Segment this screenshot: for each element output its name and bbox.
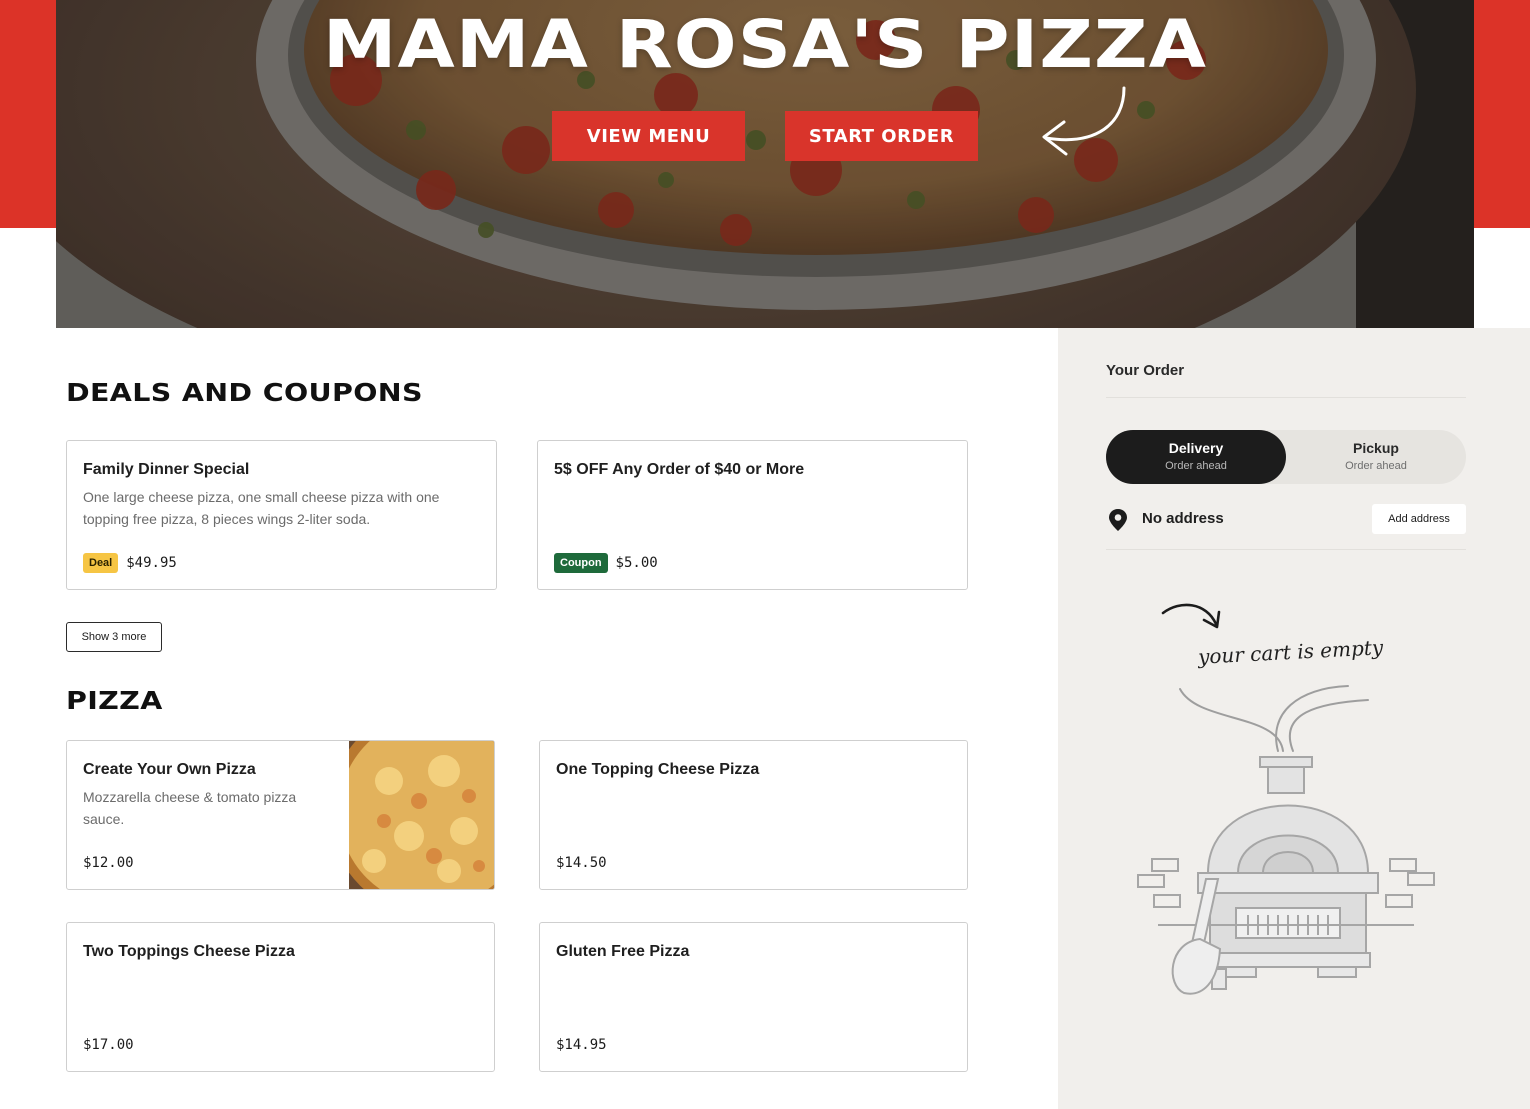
pickup-label: Pickup [1353,440,1399,456]
deal-badge: Deal [83,553,119,573]
pickup-option[interactable]: Pickup Order ahead [1286,430,1466,484]
deals-heading: DEALS AND COUPONS [66,378,423,407]
coupon-price-row: Coupon $5.00 [554,553,658,573]
menu-item-title: Create Your Own Pizza [83,761,256,778]
coupon-title: 5$ OFF Any Order of $40 or More [554,461,805,478]
menu-item-description: Mozzarella cheese & tomato pizza sauce. [83,789,297,827]
delivery-sublabel: Order ahead [1165,460,1227,472]
menu-item-card[interactable]: Two Toppings Cheese Pizza $17.00 [66,922,495,1072]
deal-price: $49.95 [126,555,177,571]
coupon-card[interactable]: 5$ OFF Any Order of $40 or More Coupon $… [537,440,968,590]
menu-item-title: One Topping Cheese Pizza [556,761,760,778]
order-sidebar: Your Order Delivery Order ahead Pickup O… [1058,328,1530,1109]
menu-item-title: Gluten Free Pizza [556,943,690,960]
deal-card[interactable]: Family Dinner Special One large cheese p… [66,440,497,590]
menu-item-price: $12.00 [83,855,134,871]
restaurant-title: MAMA ROSA'S PIZZA [322,6,1208,83]
menu-item-price: $14.95 [556,1037,607,1053]
menu-item-title: Two Toppings Cheese Pizza [83,943,295,960]
deal-price-row: Deal $49.95 [83,553,177,573]
curved-arrow-icon [1036,84,1132,169]
menu-item-price: $14.50 [556,855,607,871]
coupon-badge: Coupon [554,553,608,573]
divider [1106,549,1466,550]
pickup-sublabel: Order ahead [1345,460,1407,472]
order-title: Your Order [1106,362,1185,379]
show-more-button[interactable]: Show 3 more [66,622,162,652]
delivery-option[interactable]: Delivery Order ahead [1106,430,1286,484]
start-order-button[interactable]: START ORDER [785,111,978,161]
pizza-oven-illustration [1128,583,1448,1008]
menu-item-card[interactable]: One Topping Cheese Pizza $14.50 [539,740,968,890]
menu-item-price: $17.00 [83,1037,134,1053]
divider [1106,397,1466,398]
address-text: No address [1142,510,1224,527]
coupon-price: $5.00 [615,555,658,571]
deal-description: One large cheese pizza, one small cheese… [83,489,440,527]
pizza-heading: PIZZA [66,686,163,715]
menu-item-card[interactable]: Create Your Own Pizza Mozzarella cheese … [66,740,495,890]
order-type-toggle: Delivery Order ahead Pickup Order ahead [1106,430,1466,484]
add-address-button[interactable]: Add address [1372,504,1466,534]
location-pin-icon [1108,508,1128,537]
delivery-label: Delivery [1168,440,1224,456]
pizza-image [329,741,494,889]
menu-item-card[interactable]: Gluten Free Pizza $14.95 [539,922,968,1072]
view-menu-button[interactable]: VIEW MENU [552,111,745,161]
deal-title: Family Dinner Special [83,461,250,478]
